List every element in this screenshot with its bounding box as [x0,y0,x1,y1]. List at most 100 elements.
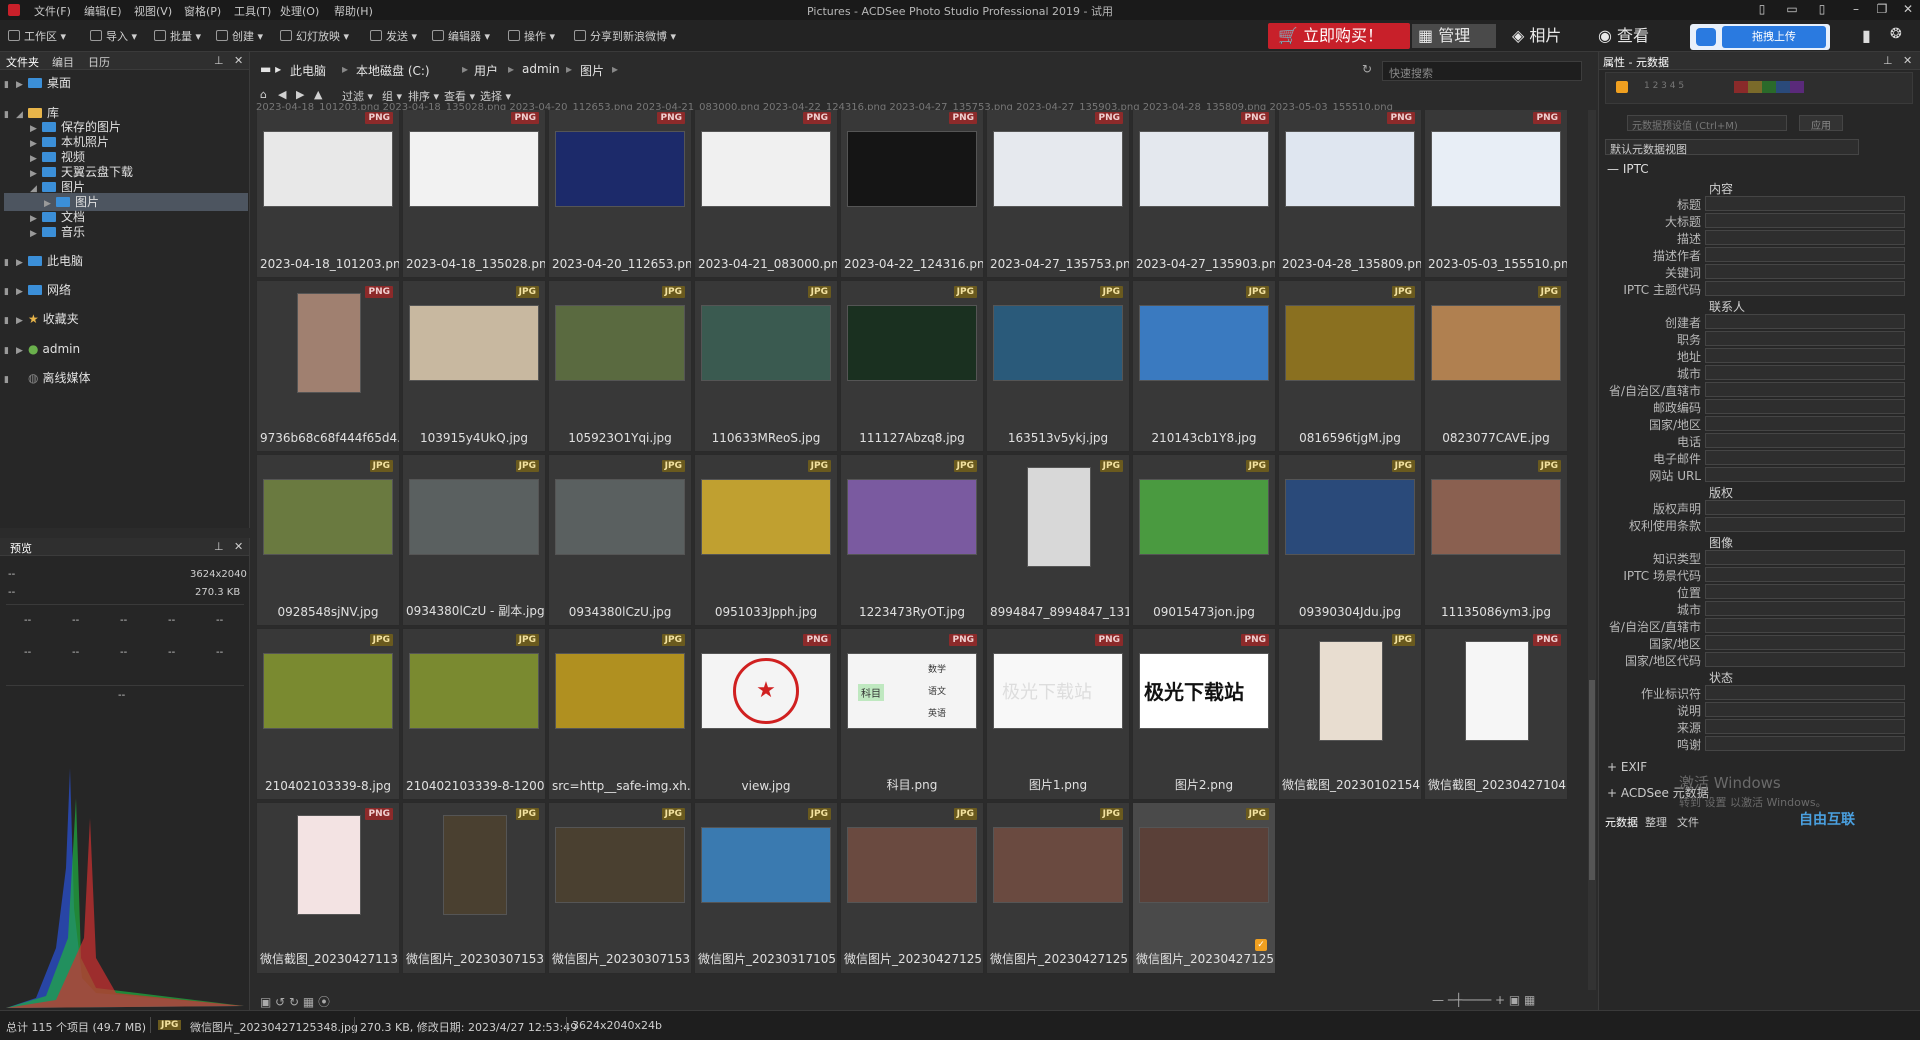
thumbnail-cell[interactable]: PNG ★中国华远东国际有限公司 view.jpg [694,628,838,800]
layout3-icon[interactable]: ▯ [1808,2,1836,18]
field-input[interactable] [1705,736,1905,751]
actions-button[interactable]: 操作 ▾ [508,28,555,44]
thumbnail-cell[interactable]: PNG 科目 数学 语文 英语 科目.png [840,628,984,800]
field-input[interactable] [1705,652,1905,667]
thumbnail-cell[interactable]: JPG 210143cb1Y8.jpg [1132,280,1276,452]
thumbnail-cell[interactable]: PNG 2023-04-20_112653.png [548,110,692,278]
pin-icon[interactable]: ⊥ [214,540,224,553]
tree-this-pc[interactable]: ▮ ▶ 此电脑 [0,252,83,270]
send-button[interactable]: 发送 ▾ [370,28,417,44]
crumb-drive[interactable]: 本地磁盘 (C:) [356,62,430,79]
thumbnail-cell[interactable]: JPG src=http__safe-img.xh... [548,628,692,800]
thumbnail-cell[interactable]: PNG 2023-04-22_124316.png [840,110,984,278]
field-input[interactable] [1705,500,1905,515]
close-preview-icon[interactable]: ✕ [234,540,243,553]
import-button[interactable]: 导入 ▾ [90,28,137,44]
field-input[interactable] [1705,365,1905,380]
thumbnail-cell[interactable]: JPG 110633MReoS.jpg [694,280,838,452]
thumbnail-cell[interactable]: JPG 163513v5ykj.jpg [986,280,1130,452]
mode-view-tab[interactable]: ◉ 查看 [1592,24,1672,48]
restore-button[interactable]: ❐ [1868,2,1896,18]
field-input[interactable] [1705,450,1905,465]
tree-admin[interactable]: ▮ ▶ ● admin [0,340,80,358]
field-input[interactable] [1705,196,1905,211]
thumbnail-cell[interactable]: PNG 9736b68c68f444f65d4... [256,280,400,452]
iptc-section-toggle[interactable]: — IPTC [1607,162,1649,176]
notify-icon[interactable]: ❂ [1890,26,1902,42]
mode-photos-tab[interactable]: ◈ 相片 [1506,24,1586,48]
close-panel-icon[interactable]: ✕ [234,54,243,67]
field-input[interactable] [1705,348,1905,363]
zoom-slider[interactable]: — ─┼──── + ▣ ▦ [1432,993,1535,1007]
footer-tools-icon[interactable]: ▣ ↺ ↻ ▦ ⦿ [260,993,330,1010]
tree-desktop[interactable]: ▮ ▶ 桌面 [0,74,71,92]
apply-button[interactable]: 应用 [1799,115,1843,132]
thumbnail-cell[interactable]: JPG 0816596tjgM.jpg [1278,280,1422,452]
field-input[interactable] [1705,584,1905,599]
field-input[interactable] [1705,382,1905,397]
tab-file[interactable]: 文件 [1677,814,1699,830]
field-input[interactable] [1705,467,1905,482]
color-labels[interactable] [1734,81,1804,93]
field-input[interactable] [1705,314,1905,329]
field-input[interactable] [1705,635,1905,650]
upload-widget[interactable]: 拖拽上传 [1690,24,1830,50]
field-input[interactable] [1705,618,1905,633]
thumbnail-cell[interactable]: PNG 极光下载站 图片1.png [986,628,1130,800]
tree-offline-media[interactable]: ▮ ◍ 离线媒体 [0,369,91,387]
tab-catalog[interactable]: 编目 [52,54,74,70]
minimize-button[interactable]: – [1842,2,1870,18]
back-icon[interactable]: ◀ [278,88,286,101]
field-input[interactable] [1705,550,1905,565]
crumb-users[interactable]: 用户 [474,62,498,79]
thumbnail-cell[interactable]: PNG 2023-04-18_101203.png [256,110,400,278]
thumbnail-cell[interactable]: JPG 8994847_8994847_131... [986,454,1130,626]
thumbnail-cell[interactable]: JPG 微信截图_20230102154... [1278,628,1422,800]
tab-folders[interactable]: 文件夹 [6,54,39,70]
pin-icon[interactable]: ⊥ [214,54,224,67]
thumbnail-cell[interactable]: JPG 微信图片_20230317105... [694,802,838,974]
tree-network[interactable]: ▮ ▶ 网络 [0,281,71,299]
close-button[interactable]: ✕ [1894,2,1920,18]
thumbnail-cell[interactable]: JPG 111127Abzq8.jpg [840,280,984,452]
thumbnail-cell[interactable]: JPG 微信图片_20230427125... [986,802,1130,974]
mode-manage-tab[interactable]: ▦ 管理 [1412,24,1496,48]
thumbnail-cell[interactable]: JPG 210402103339-8-1200... [402,628,546,800]
layout2-icon[interactable]: ▭ [1778,2,1806,18]
thumbnail-cell[interactable]: JPG 09390304Jdu.jpg [1278,454,1422,626]
field-input[interactable] [1705,719,1905,734]
crumb-admin[interactable]: admin [522,62,560,76]
thumbnail-cell[interactable]: JPG 0928548sjNV.jpg [256,454,400,626]
thumbnail-cell[interactable]: JPG 09015473jon.jpg [1132,454,1276,626]
thumbnail-cell[interactable]: PNG 2023-04-21_083000.png [694,110,838,278]
up-icon[interactable]: ▲ [314,88,322,101]
tab-metadata[interactable]: 元数据 [1605,814,1638,830]
field-input[interactable] [1705,601,1905,616]
selected-check-icon[interactable]: ✓ [1255,939,1267,951]
field-input[interactable] [1705,281,1905,296]
thumbnail-cell[interactable]: JPG 210402103339-8.jpg [256,628,400,800]
thumbnail-cell[interactable]: JPG 0934380lCzU - 副本.jpg [402,454,546,626]
exif-section-toggle[interactable]: + EXIF [1607,760,1647,774]
field-input[interactable] [1705,702,1905,717]
field-input[interactable] [1705,517,1905,532]
field-input[interactable] [1705,230,1905,245]
weibo-share-button[interactable]: 分享到新浪微博 ▾ [574,28,676,44]
thumbnail-cell[interactable]: PNG 2023-05-03_155510.png [1424,110,1568,278]
stats-icon[interactable]: ▮ [1862,26,1871,45]
tab-organize[interactable]: 整理 [1645,814,1667,830]
home-icon[interactable]: ⌂ [260,88,267,101]
address-folder-icon[interactable]: ▬ ▸ [260,62,281,76]
field-input[interactable] [1705,416,1905,431]
refresh-icon[interactable]: ↻ [1362,62,1372,76]
layout-icon[interactable]: ▯ [1748,2,1776,18]
batch-button[interactable]: 批量 ▾ [154,28,201,44]
field-input[interactable] [1705,247,1905,262]
field-input[interactable] [1705,264,1905,279]
thumbnail-cell[interactable]: PNG 2023-04-18_135028.png [402,110,546,278]
metadata-preset-select[interactable]: 元数据预设值 (Ctrl+M) [1627,115,1787,132]
thumbnail-cell[interactable]: PNG 2023-04-28_135809.png [1278,110,1422,278]
tag-checkbox[interactable] [1616,81,1628,93]
thumbnail-cell[interactable]: JPG 微信图片_20230307153... [402,802,546,974]
metadata-view-select[interactable]: 默认元数据视图 [1605,139,1859,156]
